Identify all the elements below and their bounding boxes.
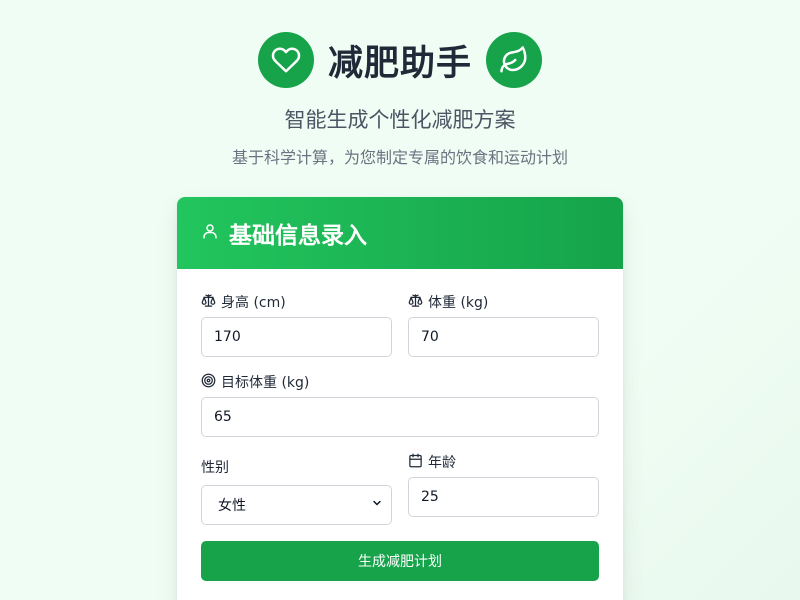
- age-input[interactable]: [408, 477, 599, 517]
- basic-info-card: 基础信息录入 身高 (cm) 体重 (kg): [177, 197, 623, 600]
- card-header: 基础信息录入: [177, 197, 623, 269]
- weight-input[interactable]: [408, 317, 599, 357]
- gender-select[interactable]: 女性: [201, 485, 392, 525]
- scale-icon: [408, 293, 423, 312]
- app-header: 减肥助手: [0, 32, 800, 88]
- app-title: 减肥助手: [327, 43, 472, 84]
- weight-label: 体重 (kg): [408, 292, 488, 312]
- heart-icon: [257, 32, 314, 88]
- card-title: 基础信息录入: [229, 223, 367, 249]
- calendar-icon: [408, 453, 423, 472]
- target-weight-input[interactable]: [201, 397, 599, 437]
- app-subtitle: 智能生成个性化减肥方案: [284, 108, 516, 132]
- chevron-down-icon: [371, 497, 383, 513]
- app-description: 基于科学计算，为您制定专属的饮食和运动计划: [231, 148, 568, 167]
- gender-selected-value: 女性: [218, 498, 246, 514]
- height-label: 身高 (cm): [201, 292, 286, 312]
- height-input[interactable]: [201, 317, 392, 357]
- target-icon: [201, 373, 216, 392]
- scale-icon: [201, 293, 216, 312]
- target-weight-label: 目标体重 (kg): [201, 372, 309, 392]
- generate-plan-button[interactable]: 生成减肥计划: [201, 541, 599, 581]
- gender-label: 性别: [201, 460, 229, 476]
- user-icon: [201, 222, 219, 244]
- leaf-icon: [486, 32, 542, 88]
- age-label: 年龄: [408, 452, 456, 472]
